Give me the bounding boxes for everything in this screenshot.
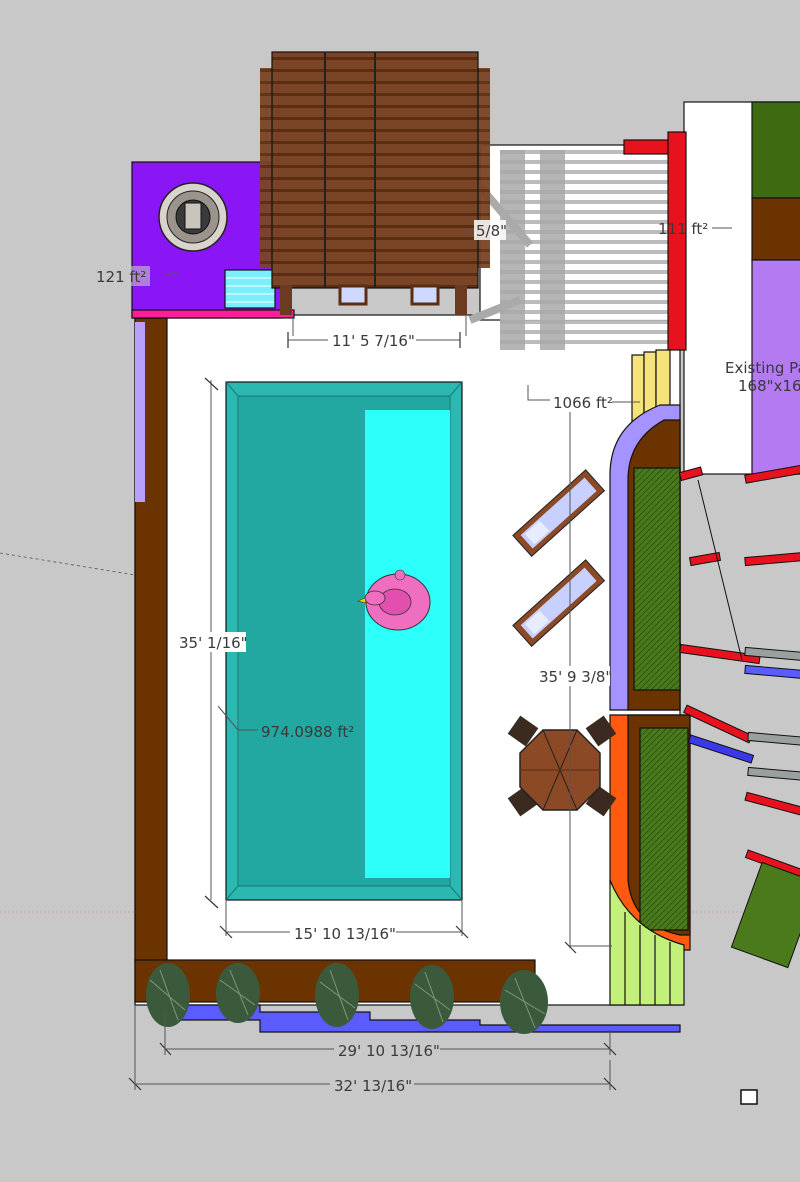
pool-area-label: 974.0988 ft² — [261, 723, 354, 741]
pergola-partial-label: 5/8" — [476, 222, 507, 240]
octagon-table-icon[interactable] — [507, 715, 617, 817]
existing-patio-label-1: Existing Pa — [725, 359, 800, 377]
right-patio-area-label: 111 ft² — [658, 220, 708, 238]
selection-box-icon[interactable] — [740, 1089, 758, 1105]
guide-line — [0, 552, 136, 576]
bench-cushion-lower — [639, 727, 689, 931]
pergola-width-label: 11' 5 7/16" — [332, 332, 415, 350]
wood-pergola[interactable] — [260, 51, 490, 315]
red-railing — [678, 464, 800, 969]
deck-area-label: 1066 ft² — [553, 394, 613, 412]
fire-pit-icon — [158, 182, 228, 252]
swimming-pool[interactable] — [225, 381, 463, 901]
existing-patio[interactable] — [683, 101, 800, 475]
left-lavender-strip — [135, 322, 145, 502]
fire-pit-area-label: 121 ft² — [96, 268, 146, 286]
bench-cushion-upper — [633, 467, 681, 691]
pool-length-label: 35' 1/16" — [179, 634, 248, 652]
total-width-label: 32' 13/16" — [334, 1077, 412, 1095]
sketchup-viewport[interactable]: 121 ft² 11' 5 7/16" 5/8" 111 ft² Existin… — [0, 0, 800, 1182]
pool-width-label: 15' 10 13/16" — [294, 925, 396, 943]
gray-pergola[interactable] — [466, 150, 670, 350]
inner-width-label: 29' 10 13/16" — [338, 1042, 440, 1060]
existing-patio-label-2: 168"x168 — [738, 377, 800, 395]
deck-length-label: 35' 9 3/8" — [539, 668, 612, 686]
site-plan-drawing: 121 ft² 11' 5 7/16" 5/8" 111 ft² Existin… — [0, 51, 800, 1105]
